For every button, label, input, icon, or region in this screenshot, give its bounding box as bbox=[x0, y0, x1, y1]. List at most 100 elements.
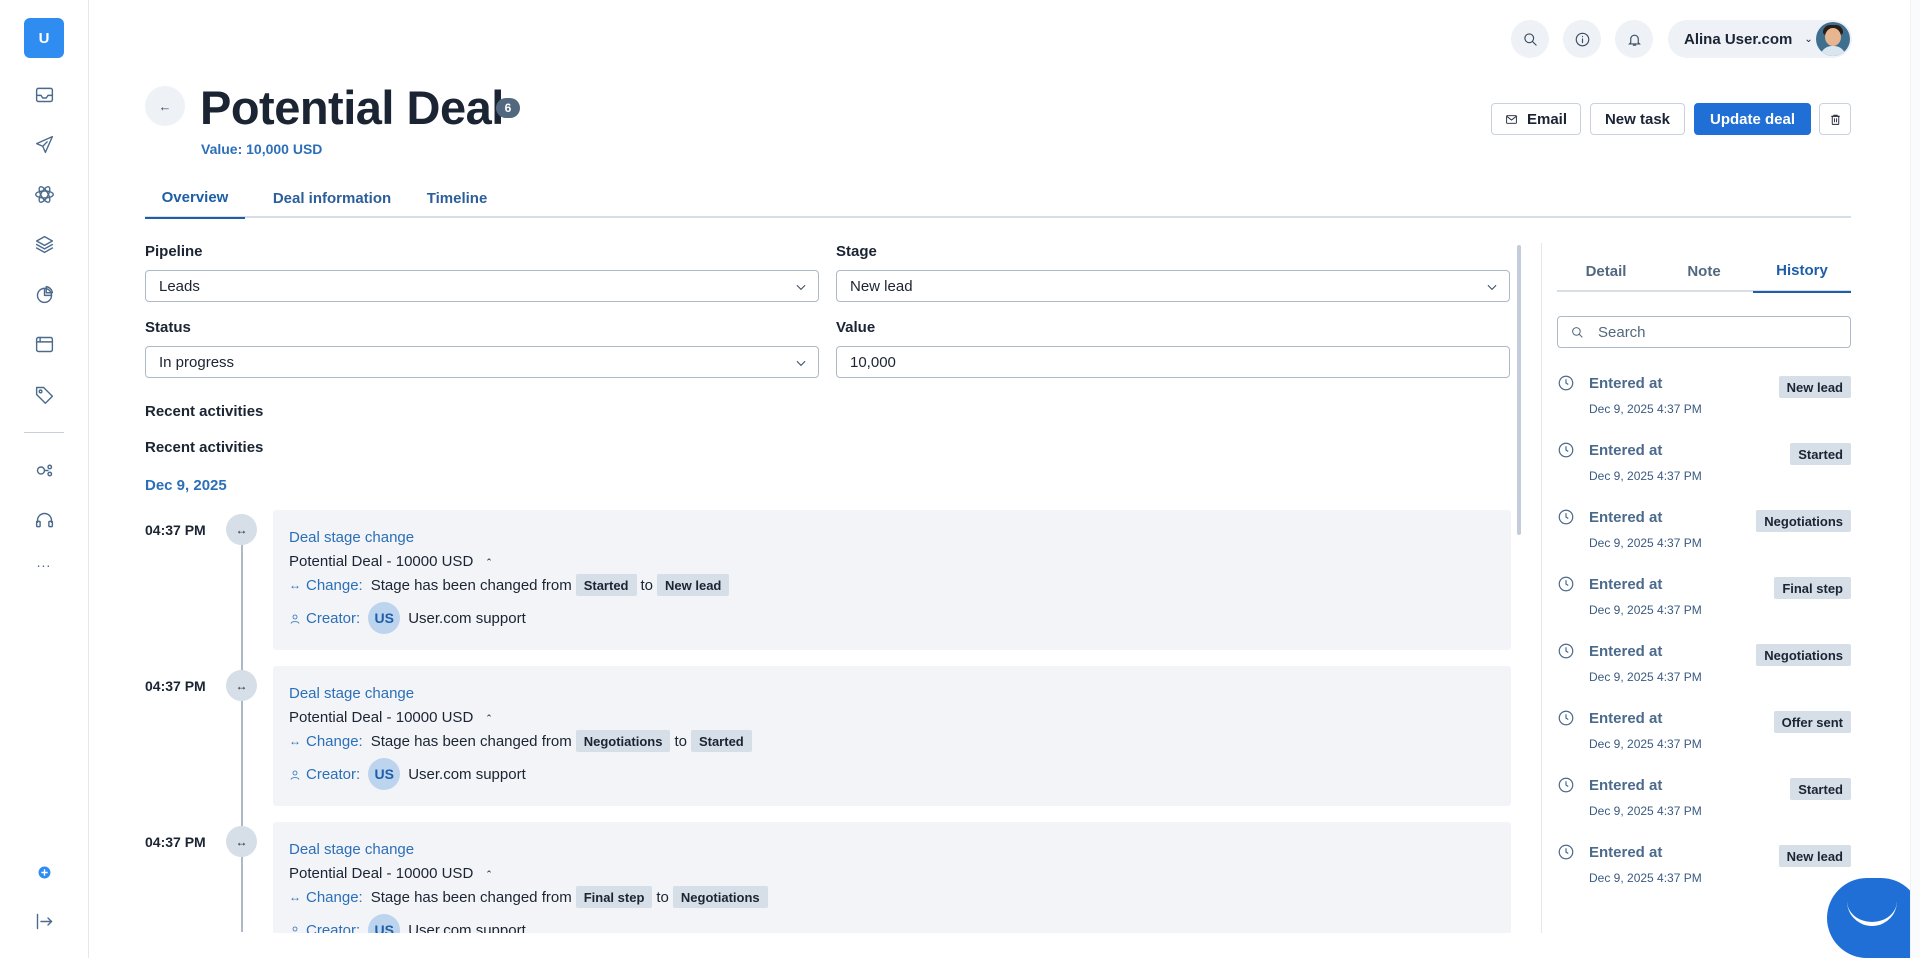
avatar: US bbox=[368, 602, 401, 634]
clock-icon bbox=[1557, 642, 1575, 660]
timeline-line bbox=[241, 540, 243, 932]
clock-icon bbox=[1557, 575, 1575, 593]
side-tabs: Detail Note History bbox=[1557, 250, 1851, 293]
pipeline-select[interactable]: Leads bbox=[145, 270, 819, 302]
browser-icon[interactable] bbox=[29, 329, 59, 359]
page-title: Potential Deal bbox=[200, 81, 504, 134]
history-item: Entered at Dec 9, 2025 4:37 PM Negotiation… bbox=[1557, 638, 1851, 698]
tab-deal-information[interactable]: Deal information bbox=[257, 178, 407, 218]
activity-time: 04:37 PM bbox=[145, 834, 206, 850]
tags-icon[interactable] bbox=[29, 379, 59, 409]
user-menu[interactable]: Alina User.com ⌄ bbox=[1668, 20, 1852, 58]
activity-deal[interactable]: Potential Deal - 10000 USD ⌃ bbox=[289, 865, 493, 882]
stage-tag: Final step bbox=[575, 886, 653, 908]
activity-time: 04:37 PM bbox=[145, 678, 206, 694]
activity-title[interactable]: Deal stage change bbox=[289, 685, 414, 702]
clock-icon bbox=[1557, 776, 1575, 794]
history-item: Entered at Dec 9, 2025 4:37 PM New lead bbox=[1557, 370, 1851, 430]
activity-card: Deal stage change Potential Deal - 10000… bbox=[273, 510, 1511, 650]
stage-tag: Final step bbox=[1774, 577, 1851, 599]
chevron-up-icon[interactable]: ⌃ bbox=[485, 869, 493, 879]
segments-icon[interactable] bbox=[29, 279, 59, 309]
layers-icon[interactable] bbox=[29, 229, 59, 259]
search-icon[interactable] bbox=[1511, 20, 1549, 58]
stage-tag: Started bbox=[1790, 443, 1851, 465]
atom-icon[interactable] bbox=[29, 179, 59, 209]
more-icon[interactable]: ... bbox=[29, 554, 59, 570]
activity-deal[interactable]: Potential Deal - 10000 USD ⌃ bbox=[289, 553, 493, 570]
section-title: Recent activities bbox=[145, 439, 264, 456]
tab-timeline[interactable]: Timeline bbox=[407, 178, 507, 218]
delete-button[interactable] bbox=[1819, 103, 1851, 135]
clock-icon bbox=[1557, 709, 1575, 727]
stage-tag: Negotiations bbox=[575, 730, 671, 752]
activity-title[interactable]: Deal stage change bbox=[289, 529, 414, 546]
user-icon bbox=[289, 768, 301, 780]
tab-detail[interactable]: Detail bbox=[1557, 250, 1655, 292]
tab-overview[interactable]: Overview bbox=[145, 178, 245, 219]
search-icon bbox=[1572, 327, 1583, 338]
creator-row: Creator: US User.com support bbox=[289, 914, 526, 933]
value-input[interactable]: 10,000 bbox=[836, 346, 1510, 378]
history-item: Entered at Dec 9, 2025 4:37 PM Started bbox=[1557, 772, 1851, 832]
clock-icon bbox=[1557, 843, 1575, 861]
count-badge: 6 bbox=[496, 98, 520, 118]
creator-row: Creator: US User.com support bbox=[289, 758, 526, 790]
stage-label: Stage bbox=[836, 243, 877, 260]
user-icon bbox=[289, 612, 301, 624]
update-deal-button[interactable]: Update deal bbox=[1694, 103, 1811, 135]
activity-title[interactable]: Deal stage change bbox=[289, 841, 414, 858]
clock-icon bbox=[1557, 441, 1575, 459]
app-logo[interactable]: U bbox=[24, 18, 64, 58]
stage-tag: Started bbox=[690, 730, 752, 752]
scrollbar[interactable] bbox=[1517, 245, 1521, 535]
integration-icon[interactable] bbox=[29, 455, 59, 485]
new-task-button[interactable]: New task bbox=[1590, 103, 1685, 135]
history-item: Entered at Dec 9, 2025 4:37 PM Offer sent bbox=[1557, 705, 1851, 765]
history-item: Entered at Dec 9, 2025 4:37 PM Final step bbox=[1557, 571, 1851, 631]
date-heading: Dec 9, 2025 bbox=[145, 477, 227, 494]
arrows-icon: ↔ bbox=[289, 890, 301, 904]
status-select[interactable]: In progress bbox=[145, 346, 819, 378]
history-label: Entered at bbox=[1589, 710, 1663, 727]
avatar: US bbox=[368, 758, 401, 790]
history-item: Entered at Dec 9, 2025 4:37 PM Started bbox=[1557, 437, 1851, 497]
help-dot-icon[interactable] bbox=[29, 857, 59, 887]
history-date: Dec 9, 2025 4:37 PM bbox=[1589, 469, 1702, 483]
activity-card: Deal stage change Potential Deal - 10000… bbox=[273, 666, 1511, 806]
creator-name: User.com support bbox=[408, 609, 526, 627]
history-label: Entered at bbox=[1589, 442, 1663, 459]
send-icon[interactable] bbox=[29, 129, 59, 159]
history-date: Dec 9, 2025 4:37 PM bbox=[1589, 603, 1702, 617]
inbox-icon[interactable] bbox=[29, 79, 59, 109]
chat-widget-button[interactable] bbox=[1827, 878, 1920, 958]
history-label: Entered at bbox=[1589, 844, 1663, 861]
tab-history[interactable]: History bbox=[1753, 250, 1851, 293]
logout-icon[interactable] bbox=[29, 906, 59, 936]
stage-tag: Negotiations bbox=[672, 886, 768, 908]
stage-tag: Negotiations bbox=[1756, 644, 1851, 666]
tab-note[interactable]: Note bbox=[1655, 250, 1753, 292]
page-scrollbar[interactable] bbox=[1910, 0, 1920, 958]
history-search-input[interactable]: Search bbox=[1557, 316, 1851, 348]
rail-divider bbox=[24, 432, 64, 433]
bell-icon[interactable] bbox=[1615, 20, 1653, 58]
activity-deal[interactable]: Potential Deal - 10000 USD ⌃ bbox=[289, 709, 493, 726]
back-button[interactable]: ← bbox=[145, 86, 185, 126]
info-icon[interactable] bbox=[1563, 20, 1601, 58]
arrows-icon: ↔ bbox=[289, 734, 301, 748]
history-item: Entered at Dec 9, 2025 4:37 PM Negotiation… bbox=[1557, 504, 1851, 564]
chevron-down-icon bbox=[794, 356, 808, 370]
support-icon[interactable] bbox=[29, 505, 59, 535]
arrows-icon: ↔ bbox=[289, 578, 301, 592]
chevron-up-icon[interactable]: ⌃ bbox=[485, 713, 493, 723]
chevron-down-icon bbox=[1485, 280, 1499, 294]
stage-select[interactable]: New lead bbox=[836, 270, 1510, 302]
section-title: Recent activities bbox=[145, 403, 264, 420]
email-button[interactable]: Email bbox=[1491, 103, 1581, 135]
user-icon bbox=[289, 924, 301, 933]
history-item: Entered at Dec 9, 2025 4:37 PM New lead bbox=[1557, 839, 1851, 899]
stage-tag: Offer sent bbox=[1773, 711, 1851, 733]
chevron-up-icon[interactable]: ⌃ bbox=[485, 557, 493, 567]
value-label: Value bbox=[836, 319, 876, 336]
